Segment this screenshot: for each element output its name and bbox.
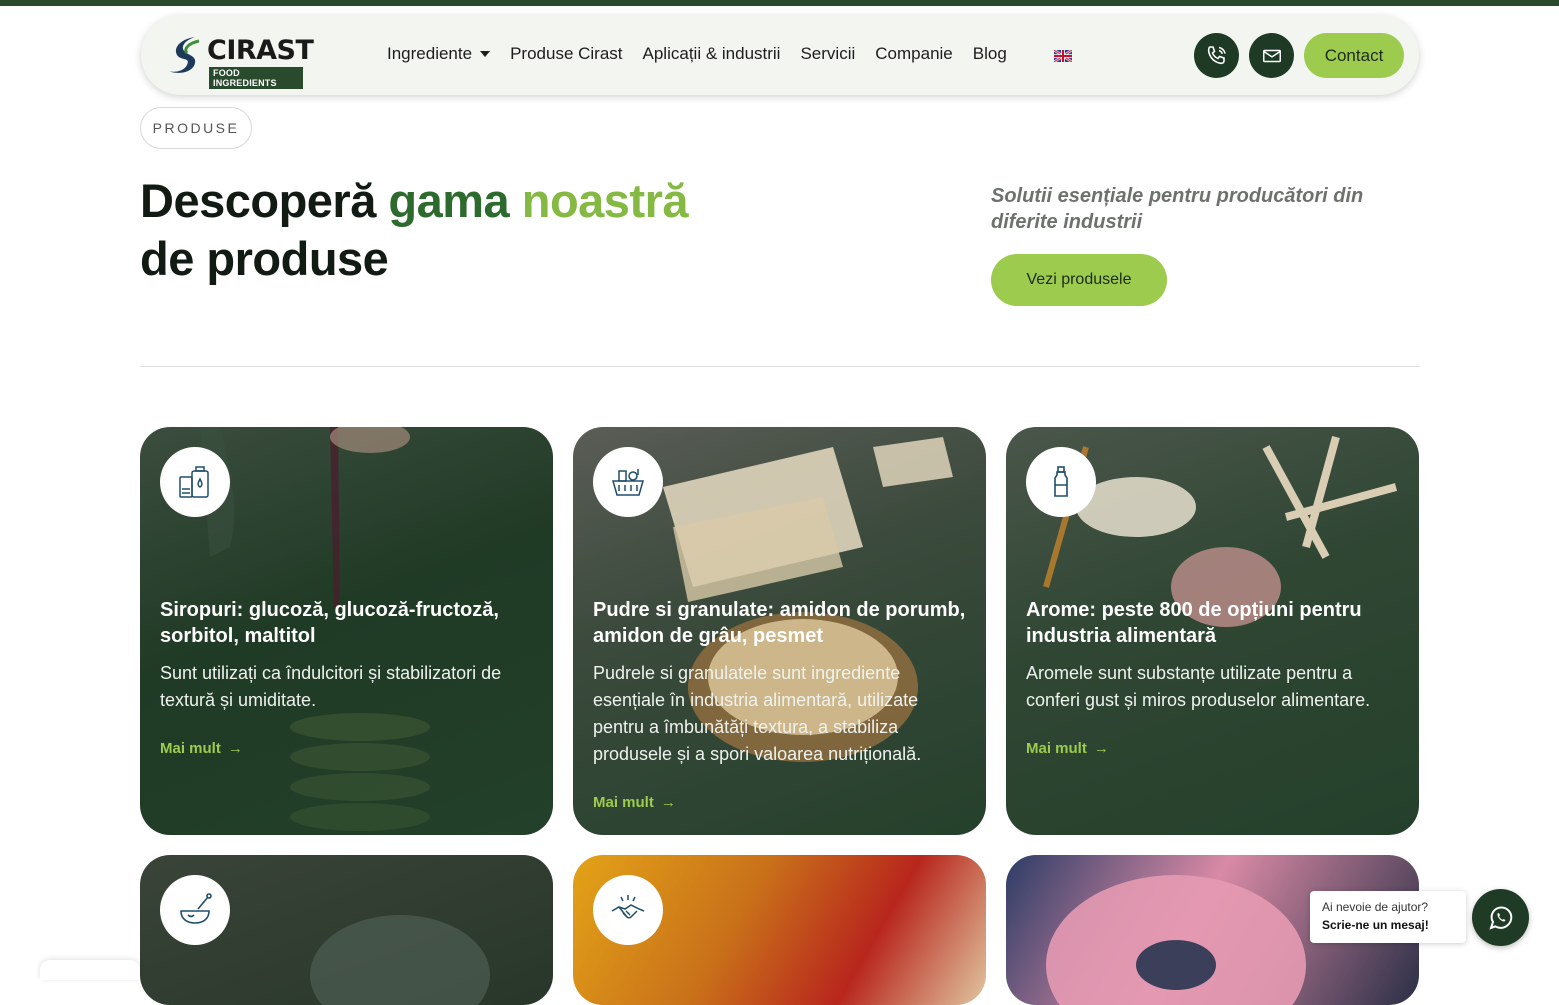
top-accent-bar bbox=[0, 0, 1559, 6]
nav-item-label: Aplicații & industrii bbox=[642, 44, 781, 63]
read-more-label: Mai mult bbox=[1026, 740, 1087, 757]
read-more-link[interactable]: Mai mult → bbox=[593, 794, 676, 811]
uk-flag-icon[interactable] bbox=[1054, 50, 1072, 62]
logo-subtitle: FOOD INGREDIENTS bbox=[209, 67, 303, 89]
section-divider bbox=[140, 366, 1420, 367]
nav-item-label: Produse Cirast bbox=[510, 44, 623, 63]
arrow-right-icon: → bbox=[227, 740, 243, 757]
email-button[interactable] bbox=[1249, 33, 1294, 78]
product-card-flavors[interactable]: Arome: peste 800 de opțiuni pentru indus… bbox=[1006, 427, 1419, 835]
handshake-icon bbox=[611, 895, 645, 919]
product-card-powders[interactable]: Pudre si granulate: amidon de porumb, am… bbox=[573, 427, 986, 835]
basket-icon bbox=[612, 469, 644, 496]
nav-item-blog[interactable]: Blog bbox=[973, 44, 1007, 64]
section-pill: PRODUSE bbox=[140, 107, 252, 149]
headline-green-word2: noastră bbox=[521, 174, 689, 227]
product-card-4[interactable] bbox=[140, 855, 553, 1005]
headline-part1: Descoperă bbox=[140, 174, 389, 227]
product-card-syrups[interactable]: Siropuri: glucoză, glucoză-fructoză, sor… bbox=[140, 427, 553, 835]
caret-down-icon bbox=[480, 51, 491, 57]
logo-swoosh-icon bbox=[169, 37, 200, 73]
read-more-label: Mai mult bbox=[160, 740, 221, 757]
nav-item-aplicatii[interactable]: Aplicații & industrii bbox=[643, 44, 781, 64]
site-header: CIRAST FOOD INGREDIENTS Ingrediente Prod… bbox=[141, 15, 1419, 95]
whatsapp-button[interactable] bbox=[1472, 889, 1529, 946]
card-description: Pudrele si granulatele sunt ingrediente … bbox=[593, 663, 922, 764]
cirast-logo[interactable]: CIRAST FOOD INGREDIENTS bbox=[167, 29, 314, 89]
mail-icon bbox=[1262, 49, 1281, 62]
read-more-link[interactable]: Mai mult → bbox=[160, 740, 243, 757]
card-icon-badge bbox=[593, 447, 663, 517]
nav-item-companie[interactable]: Companie bbox=[875, 44, 953, 64]
whatsapp-icon bbox=[1488, 905, 1512, 930]
chat-action: Scrie-ne un mesaj! bbox=[1322, 918, 1429, 932]
card-description: Sunt utilizați ca îndulcitori și stabili… bbox=[160, 663, 502, 710]
headline-green-word1: gama bbox=[388, 174, 522, 227]
contact-button[interactable]: Contact bbox=[1304, 33, 1404, 78]
nav-item-label: Blog bbox=[972, 44, 1007, 63]
chat-prompt-bubble[interactable]: Ai nevoie de ajutor? Scrie-ne un mesaj! bbox=[1310, 891, 1466, 943]
syrup-bottles-icon bbox=[179, 466, 209, 498]
nav-item-servicii[interactable]: Servicii bbox=[800, 44, 855, 64]
read-more-link[interactable]: Mai mult → bbox=[1026, 740, 1109, 757]
mortar-pestle-icon bbox=[180, 893, 212, 924]
card-title: Pudre si granulate: amidon de porumb, am… bbox=[593, 599, 966, 647]
nav-item-ingrediente[interactable]: Ingrediente bbox=[387, 44, 491, 64]
card-description: Aromele sunt substanțe utilizate pentru … bbox=[1026, 663, 1371, 710]
page-title: Descoperă gama noastră de produse bbox=[140, 172, 689, 288]
cookie-settings-tab[interactable] bbox=[40, 960, 140, 980]
nav-item-label: Companie bbox=[875, 44, 953, 63]
read-more-label: Mai mult bbox=[593, 794, 654, 811]
flavor-bottle-icon bbox=[1054, 466, 1068, 497]
card-icon-badge bbox=[160, 875, 230, 945]
arrow-right-icon: → bbox=[1093, 740, 1109, 757]
card-icon-badge bbox=[160, 447, 230, 517]
arrow-right-icon: → bbox=[660, 794, 676, 811]
card-icon-badge bbox=[593, 875, 663, 945]
card-title: Siropuri: glucoză, glucoză-fructoză, sor… bbox=[160, 599, 499, 647]
hero-tagline: Solutii esențiale pentru producători din… bbox=[991, 185, 1364, 233]
phone-icon bbox=[1207, 45, 1226, 64]
logo-wordmark: CIRAST bbox=[207, 35, 314, 66]
chat-question: Ai nevoie de ajutor? bbox=[1322, 900, 1429, 914]
headline-part2: de produse bbox=[140, 232, 389, 285]
card-title: Arome: peste 800 de opțiuni pentru indus… bbox=[1026, 599, 1362, 647]
nav-item-produse-cirast[interactable]: Produse Cirast bbox=[510, 44, 622, 64]
card-icon-badge bbox=[1026, 447, 1096, 517]
product-card-5[interactable] bbox=[573, 855, 986, 1005]
view-products-button[interactable]: Vezi produsele bbox=[991, 254, 1167, 306]
nav-item-label: Ingrediente bbox=[387, 44, 473, 63]
main-nav: Ingrediente Produse Cirast Aplicații & i… bbox=[387, 44, 1027, 64]
phone-button[interactable] bbox=[1194, 33, 1239, 78]
nav-item-label: Servicii bbox=[800, 44, 856, 63]
